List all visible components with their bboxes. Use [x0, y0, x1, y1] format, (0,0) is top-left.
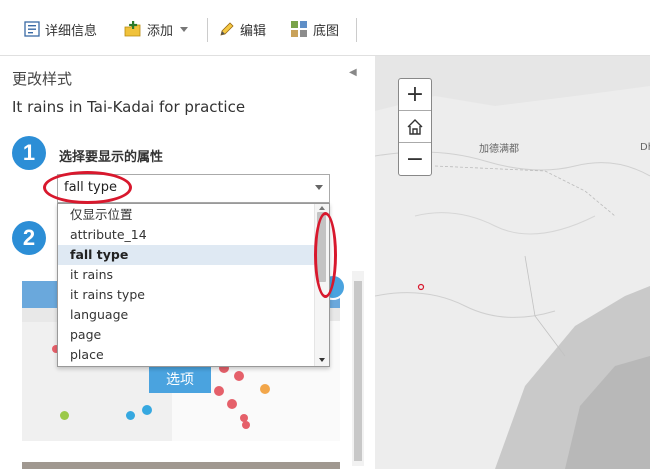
- pencil-icon: [220, 22, 234, 36]
- dropdown-option[interactable]: page: [58, 325, 314, 345]
- panel-title: 更改样式: [12, 70, 73, 88]
- chevron-down-icon: [180, 26, 189, 32]
- add-button[interactable]: 添加: [124, 18, 189, 40]
- step-1-label: 选择要显示的属性: [59, 150, 164, 165]
- dropdown-option[interactable]: attribute_14: [58, 225, 314, 245]
- dropdown-option[interactable]: 仅显示位置: [58, 205, 314, 225]
- chevron-down-icon: [315, 185, 323, 190]
- style-thumbnail-strip: [22, 462, 340, 469]
- map-point: [214, 386, 224, 396]
- home-button[interactable]: [399, 111, 431, 143]
- map-place-label: 加德满都: [479, 144, 519, 155]
- scroll-up-icon[interactable]: [319, 206, 325, 210]
- panel-scrollbar[interactable]: [352, 271, 364, 466]
- step-2-badge: 2: [12, 221, 46, 255]
- map-point: [142, 405, 152, 415]
- step-1-badge: 1: [12, 136, 46, 170]
- map-point: [126, 411, 135, 420]
- map-view[interactable]: + − 加德满都 Dhaka: [375, 56, 650, 469]
- details-label: 详细信息: [45, 23, 98, 39]
- toolbar-divider: [356, 18, 357, 42]
- dropdown-option[interactable]: place: [58, 345, 314, 365]
- edit-label: 编辑: [240, 23, 267, 39]
- annotation-ellipse: [314, 212, 337, 298]
- scroll-down-icon[interactable]: [319, 358, 325, 362]
- dropdown-option-selected[interactable]: fall type: [58, 245, 314, 265]
- home-icon: [407, 118, 423, 135]
- dropdown-option[interactable]: language: [58, 305, 314, 325]
- map-point: [260, 384, 270, 394]
- collapse-panel-icon[interactable]: ◀: [349, 67, 357, 78]
- layer-name: It rains in Tai-Kadai for practice: [12, 98, 246, 116]
- scrollbar-thumb[interactable]: [354, 281, 362, 461]
- map-point: [60, 411, 69, 420]
- map-point: [227, 399, 237, 409]
- map-place-label: Dhaka: [640, 142, 650, 153]
- zoom-in-button[interactable]: +: [399, 79, 431, 111]
- basemap-label: 底图: [313, 23, 340, 39]
- dropdown-option[interactable]: it rains: [58, 265, 314, 285]
- add-icon: [124, 21, 141, 37]
- toolbar: 详细信息 添加 编辑 底图: [0, 0, 650, 56]
- map-point: [234, 371, 244, 381]
- map-point: [242, 421, 250, 429]
- add-label: 添加: [147, 23, 174, 39]
- basemap-grid-icon: [291, 21, 307, 37]
- attribute-dropdown-list[interactable]: 仅显示位置 attribute_14 fall type it rains it…: [57, 203, 330, 367]
- details-icon: [24, 21, 40, 37]
- annotation-ellipse: [43, 171, 132, 204]
- zoom-out-button[interactable]: −: [399, 143, 431, 175]
- toolbar-divider: [207, 18, 208, 42]
- basemap-button[interactable]: 底图: [290, 18, 339, 40]
- edit-button[interactable]: 编辑: [219, 18, 266, 40]
- details-button[interactable]: 详细信息: [24, 18, 97, 40]
- dropdown-option[interactable]: it rains type: [58, 285, 314, 305]
- map-zoom-controls: + −: [398, 78, 432, 176]
- options-button[interactable]: 选项: [149, 365, 211, 393]
